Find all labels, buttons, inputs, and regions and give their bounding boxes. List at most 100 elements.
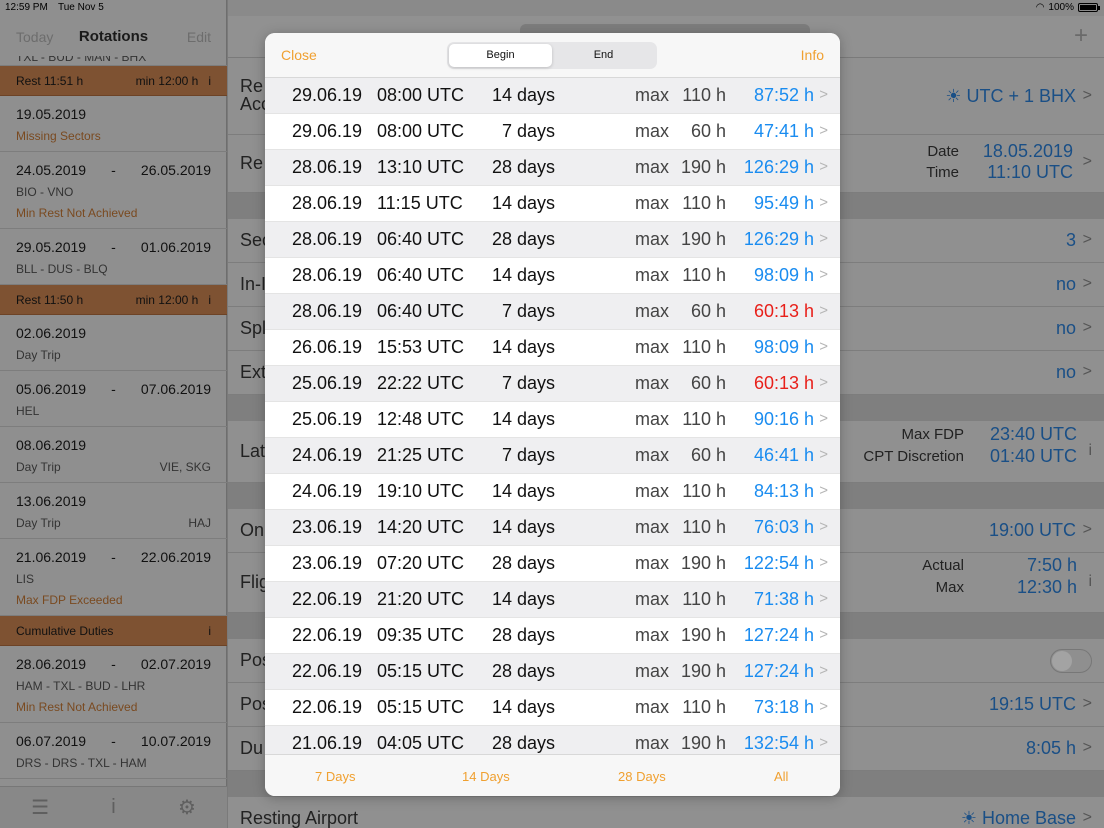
rotation-end-date: 01.06.2019: [140, 239, 211, 255]
rotation-route: DRS - DRS - TXL - HAM: [16, 756, 147, 770]
detail-key-2: Max: [935, 579, 964, 596]
cumulative-duty-row[interactable]: 29.06.19 08:00 UTC 7 days max 60 h 47:41 h >: [265, 114, 840, 150]
info-button[interactable]: Info: [801, 47, 824, 63]
filter-all[interactable]: All: [774, 769, 788, 784]
rotation-list-item[interactable]: 02.06.2019 Day Trip: [0, 315, 227, 371]
cumulative-duty-row[interactable]: 22.06.19 05:15 UTC 14 days max 110 h 73:18 h >: [265, 690, 840, 726]
begin-end-segmented-control[interactable]: Begin End: [447, 42, 657, 69]
rest-right: min 12:00 h i: [136, 74, 211, 88]
chevron-right-icon: >: [1082, 231, 1092, 248]
row-max-hours: 110 h: [682, 589, 726, 609]
rest-warning-row[interactable]: Cumulative Duties i: [0, 616, 227, 646]
detail-row-label: In-I: [240, 274, 267, 294]
cumulative-duty-row[interactable]: 29.06.19 08:00 UTC 14 days max 110 h 87:52 h >: [265, 78, 840, 114]
rotation-route-line: Day Trip VIE, SKG: [16, 460, 211, 474]
row-max-label: max: [634, 661, 669, 681]
detail-row[interactable]: Resting Airport ☀ Home Base >: [228, 797, 1104, 828]
row-cumulative-value: 127:24 h: [743, 625, 814, 645]
info-icon[interactable]: i: [208, 293, 211, 307]
detail-row-label: On: [240, 520, 265, 540]
rest-warning-row[interactable]: Rest 11:50 h min 12:00 h i: [0, 285, 227, 315]
cumulative-duty-list[interactable]: 29.06.19 08:00 UTC 14 days max 110 h 87:52 h >…: [265, 78, 840, 754]
cumulative-duty-row[interactable]: 28.06.19 13:10 UTC 28 days max 190 h 126:29 h…: [265, 150, 840, 186]
row-max-hours: 110 h: [682, 517, 726, 537]
info-icon[interactable]: i: [111, 796, 115, 819]
rest-label: Rest 11:51 h: [16, 73, 84, 88]
settings-icon[interactable]: ⚙: [178, 795, 196, 820]
edit-button[interactable]: Edit: [187, 29, 211, 45]
rotation-list-item[interactable]: 19.05.2019 Missing Sectors: [0, 96, 227, 152]
rotation-start-date: 05.06.2019: [16, 381, 87, 397]
filter-7-days[interactable]: 7 Days: [315, 769, 355, 784]
row-max-hours: 60 h: [690, 301, 726, 321]
row-cumulative-value: 71:38 h: [753, 589, 814, 609]
row-max-label: max: [634, 121, 669, 141]
rotation-start-date: 06.07.2019: [16, 733, 87, 749]
filter-14-days[interactable]: 14 Days: [462, 769, 510, 784]
add-icon[interactable]: +: [1074, 22, 1088, 50]
info-icon[interactable]: i: [1088, 442, 1092, 460]
rotation-list-item[interactable]: 08.06.2019 Day Trip VIE, SKG: [0, 427, 227, 483]
row-period: 14 days: [491, 265, 555, 285]
row-cumulative-value: 76:03 h: [753, 517, 814, 537]
rotation-end-date: 02.07.2019: [140, 656, 211, 672]
cumulative-duty-row[interactable]: 24.06.19 21:25 UTC 7 days max 60 h 46:41 h >: [265, 438, 840, 474]
rest-label: Cumulative Duties: [16, 623, 114, 638]
cumulative-duty-row[interactable]: 22.06.19 05:15 UTC 28 days max 190 h 127:24 h…: [265, 654, 840, 690]
date-value: 18.05.2019: [982, 141, 1073, 161]
segment-begin[interactable]: Begin: [449, 44, 552, 67]
row-date: 21.06.19: [292, 733, 363, 753]
chevron-right-icon: >: [819, 446, 828, 463]
rest-warning-row[interactable]: Rest 11:51 h min 12:00 h i: [0, 66, 227, 96]
rotation-list-item[interactable]: 21.06.2019 - 22.06.2019 LIS Max FDP Exceeded: [0, 539, 227, 616]
rotation-list[interactable]: TXL - BUD - MAN - BHX Rest 11:51 h min 12…: [0, 56, 227, 786]
row-max-hours: 110 h: [682, 697, 726, 717]
row-period: 28 days: [491, 625, 555, 645]
rotation-list-item[interactable]: 24.05.2019 - 26.05.2019 BIO - VNO Min Rest N…: [0, 152, 227, 229]
detail-row-value: 19:15 UTC: [988, 694, 1076, 714]
filter-28-days[interactable]: 28 Days: [618, 769, 666, 784]
cumulative-duty-row[interactable]: 28.06.19 11:15 UTC 14 days max 110 h 95:49 h >: [265, 186, 840, 222]
cumulative-duty-row[interactable]: 28.06.19 06:40 UTC 7 days max 60 h 60:13 h >: [265, 294, 840, 330]
menu-icon[interactable]: ☰: [31, 795, 49, 820]
rotation-list-item[interactable]: 05.06.2019 - 07.06.2019 HEL: [0, 371, 227, 427]
rotation-list-item[interactable]: 28.06.2019 - 02.07.2019 HAM - TXL - BUD - L…: [0, 646, 227, 723]
rotation-list-item[interactable]: 06.07.2019 - 10.07.2019 DRS - DRS - TXL - H…: [0, 723, 227, 779]
cumulative-duty-row[interactable]: 23.06.19 14:20 UTC 14 days max 110 h 76:03 h >: [265, 510, 840, 546]
segment-end[interactable]: End: [552, 44, 655, 67]
chevron-right-icon: >: [1082, 695, 1092, 712]
rotation-warning-text: Min Rest Not Achieved: [16, 206, 138, 220]
status-bar: 12:59 PM Tue Nov 5 ◠ 100%: [0, 0, 1104, 16]
chevron-right-icon: >: [819, 122, 828, 139]
rotation-route-line: LIS: [16, 572, 211, 586]
close-button[interactable]: Close: [281, 47, 317, 63]
rest-right: min 12:00 h i: [136, 293, 211, 307]
detail-toggle-switch[interactable]: [1050, 649, 1092, 673]
cumulative-duty-row[interactable]: 26.06.19 15:53 UTC 14 days max 110 h 98:09 h >: [265, 330, 840, 366]
info-icon[interactable]: i: [1088, 573, 1092, 591]
chevron-right-icon: >: [819, 626, 828, 643]
rotation-list-item[interactable]: 13.06.2019 Day Trip HAJ: [0, 483, 227, 539]
row-period: 28 days: [491, 733, 555, 753]
cumulative-duty-row[interactable]: 25.06.19 22:22 UTC 7 days max 60 h 60:13 h >: [265, 366, 840, 402]
cumulative-duty-row[interactable]: 28.06.19 06:40 UTC 14 days max 110 h 98:09 h >: [265, 258, 840, 294]
row-max-label: max: [634, 625, 669, 645]
row-max-label: max: [634, 409, 669, 429]
cumulative-duty-row[interactable]: 22.06.19 21:20 UTC 14 days max 110 h 71:38 h >: [265, 582, 840, 618]
detail-value-1: 7:50 h: [1026, 555, 1077, 575]
cumulative-duty-row[interactable]: 21.06.19 04:05 UTC 28 days max 190 h 132:54 h…: [265, 726, 840, 754]
detail-value-2: 01:40 UTC: [989, 446, 1077, 466]
chevron-right-icon: >: [1082, 319, 1092, 336]
cumulative-duty-row[interactable]: 25.06.19 12:48 UTC 14 days max 110 h 90:16 h >: [265, 402, 840, 438]
info-icon[interactable]: i: [208, 624, 211, 638]
row-time: 14:20 UTC: [377, 517, 465, 537]
cumulative-duty-row[interactable]: 24.06.19 19:10 UTC 14 days max 110 h 84:13 h >: [265, 474, 840, 510]
rotation-start-date: 08.06.2019: [16, 437, 87, 453]
info-icon[interactable]: i: [208, 74, 211, 88]
cumulative-duty-row[interactable]: 22.06.19 09:35 UTC 28 days max 190 h 127:24 h…: [265, 618, 840, 654]
rotation-list-item[interactable]: 12.07.2019Day Trip: [0, 779, 227, 786]
rotation-list-item[interactable]: 29.05.2019 - 01.06.2019 BLL - DUS - BLQ: [0, 229, 227, 285]
cumulative-duty-row[interactable]: 28.06.19 06:40 UTC 28 days max 190 h 126:29 h…: [265, 222, 840, 258]
cumulative-duty-row[interactable]: 23.06.19 07:20 UTC 28 days max 190 h 122:54 h…: [265, 546, 840, 582]
row-period: 7 days: [501, 301, 555, 321]
